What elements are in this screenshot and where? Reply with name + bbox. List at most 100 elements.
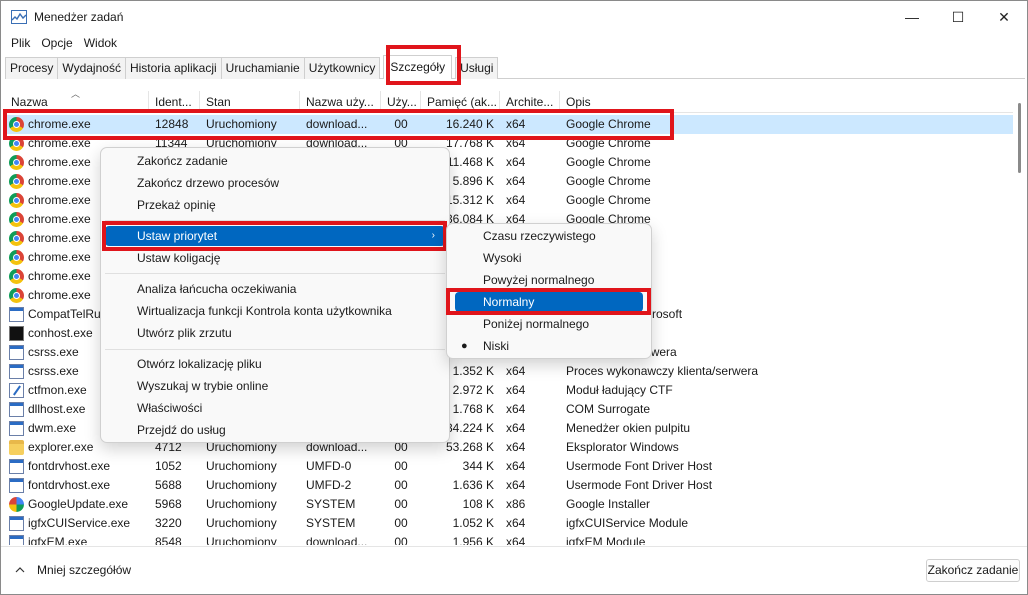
ctx-uac-virtualization[interactable]: Wirtualizacja funkcji Kontrola konta uży… <box>101 301 449 321</box>
end-task-button[interactable]: Zakończ zadanie <box>926 559 1020 582</box>
cell-architecture: x64 <box>506 383 526 397</box>
cell-description: Eksplorator Windows <box>566 440 679 454</box>
column-user-name[interactable]: Nazwa uży... <box>300 91 381 113</box>
ctx-analyze-wait-chain[interactable]: Analiza łańcucha oczekiwania <box>101 279 449 299</box>
cell-architecture: x64 <box>506 117 526 131</box>
cell-cpu: 00 <box>394 478 408 492</box>
ctx-open-file-location[interactable]: Otwórz lokalizację pliku <box>101 354 449 374</box>
cell-name: igfxEM.exe <box>5 533 149 545</box>
priority-low[interactable]: ● Niski <box>447 336 651 356</box>
process-name: conhost.exe <box>28 326 93 340</box>
chrome-icon <box>9 288 24 303</box>
column-cpu[interactable]: Uży... <box>381 91 421 113</box>
column-architecture[interactable]: Archite... <box>500 91 560 113</box>
process-name: chrome.exe <box>28 250 91 264</box>
table-row[interactable]: fontdrvhost.exe 1052 Uruchomiony UMFD-0 00 34… <box>5 457 1013 476</box>
cell-architecture: x86 <box>506 497 526 511</box>
cell-name: igfxCUIService.exe <box>5 514 149 533</box>
column-header-row: Nazwa Ident... Stan Nazwa uży... Uży... … <box>5 91 1013 113</box>
table-row[interactable]: fontdrvhost.exe 5688 Uruchomiony UMFD-2 00 1.… <box>5 476 1013 495</box>
ctx-set-affinity[interactable]: Ustaw koligację <box>101 248 449 268</box>
cell-description: Google Chrome <box>566 155 651 169</box>
ctx-separator <box>105 220 445 221</box>
priority-low-label: Niski <box>483 339 509 353</box>
cell-description: Google Chrome <box>566 117 651 131</box>
cell-description: igfxCUIService Module <box>566 516 689 530</box>
tab-users[interactable]: Użytkownicy <box>303 57 381 79</box>
process-name: ctfmon.exe <box>28 383 87 397</box>
ctx-separator <box>105 273 445 274</box>
chrome-icon <box>9 231 24 246</box>
cell-name: GoogleUpdate.exe <box>5 495 149 514</box>
priority-below-normal[interactable]: Poniżej normalnego <box>447 314 651 334</box>
ctx-set-priority[interactable]: Ustaw priorytet › <box>105 226 445 246</box>
cell-name: chrome.exe <box>5 115 149 134</box>
menu-view[interactable]: Widok <box>80 34 124 52</box>
tab-processes[interactable]: Procesy <box>5 57 59 79</box>
folder-icon <box>9 440 24 455</box>
cell-cpu: 00 <box>394 497 408 511</box>
cell-memory: 16.240 K <box>445 117 494 131</box>
tab-app-history[interactable]: Historia aplikacji <box>124 57 222 79</box>
cell-user: UMFD-0 <box>306 459 352 473</box>
table-row[interactable]: chrome.exe 12848 Uruchomiony download... 00 1… <box>5 115 1013 134</box>
tab-startup[interactable]: Uruchamianie <box>220 57 305 79</box>
close-button[interactable]: ✕ <box>981 1 1027 33</box>
window-icon <box>9 307 24 322</box>
cell-memory: 108 K <box>462 497 494 511</box>
process-name: dwm.exe <box>28 421 77 435</box>
table-row[interactable]: igfxCUIService.exe 3220 Uruchomiony SYSTEM 0… <box>5 514 1013 533</box>
tab-performance[interactable]: Wydajność <box>57 57 126 79</box>
cell-name: fontdrvhost.exe <box>5 476 149 495</box>
cell-description: Menedżer okien pulpitu <box>566 421 691 435</box>
fewer-details-toggle[interactable]: Mniej szczegółów <box>15 563 131 577</box>
cell-name: fontdrvhost.exe <box>5 457 149 476</box>
ctx-create-dump[interactable]: Utwórz plik zrzutu <box>101 323 449 343</box>
cell-architecture: x64 <box>506 174 526 188</box>
table-row[interactable]: GoogleUpdate.exe 5968 Uruchomiony SYSTEM 00 1… <box>5 495 1013 514</box>
close-icon: ✕ <box>998 8 1010 25</box>
priority-realtime[interactable]: Czasu rzeczywistego <box>447 226 651 246</box>
priority-normal[interactable]: Normalny <box>455 292 643 312</box>
maximize-button[interactable]: ☐ <box>935 1 981 33</box>
tab-details[interactable]: Szczegóły <box>383 55 453 79</box>
cell-architecture: x64 <box>506 516 526 530</box>
ctx-search-online[interactable]: Wyszukaj w trybie online <box>101 376 449 396</box>
table-row[interactable]: igfxEM.exe 8548 Uruchomiony download... 00 1.… <box>5 533 1013 545</box>
ctx-go-to-services[interactable]: Przejdź do usług <box>101 420 449 440</box>
menu-options[interactable]: Opcje <box>37 34 79 52</box>
cell-cpu: 00 <box>394 459 408 473</box>
ctx-set-priority-label: Ustaw priorytet <box>137 229 218 243</box>
ctx-properties[interactable]: Właściwości <box>101 398 449 418</box>
cell-architecture: x64 <box>506 402 526 416</box>
cell-description: COM Surrogate <box>566 402 651 416</box>
scrollbar-thumb[interactable] <box>1018 103 1021 173</box>
ctx-feedback[interactable]: Przekaż opinię <box>101 195 449 215</box>
column-memory[interactable]: Pamięć (ak... <box>421 91 500 113</box>
tab-services[interactable]: Usługi <box>455 57 499 79</box>
minimize-button[interactable]: — <box>889 1 935 33</box>
column-pid[interactable]: Ident... <box>149 91 200 113</box>
column-status[interactable]: Stan <box>200 91 300 113</box>
process-name: igfxEM.exe <box>28 535 88 545</box>
process-name: chrome.exe <box>28 174 91 188</box>
cell-architecture: x64 <box>506 440 526 454</box>
cell-memory: 1.956 K <box>452 535 494 545</box>
cell-pid: 8548 <box>155 535 182 545</box>
ctx-end-process-tree[interactable]: Zakończ drzewo procesów <box>101 173 449 193</box>
process-name: chrome.exe <box>28 269 91 283</box>
cell-description: Proces wykonawczy klienta/serwera <box>566 364 759 378</box>
column-name[interactable]: Nazwa <box>5 91 149 113</box>
cell-architecture: x64 <box>506 421 526 435</box>
column-description[interactable]: Opis <box>560 91 1013 113</box>
cell-pid: 12848 <box>155 117 189 131</box>
process-name: CompatTelRu <box>28 307 101 321</box>
vertical-scrollbar[interactable] <box>1015 93 1023 543</box>
title-bar: Menedżer zadań — ☐ ✕ <box>1 1 1027 33</box>
cell-architecture: x64 <box>506 535 526 545</box>
priority-above-normal[interactable]: Powyżej normalnego <box>447 270 651 290</box>
priority-high[interactable]: Wysoki <box>447 248 651 268</box>
cell-user: download... <box>306 117 368 131</box>
menu-file[interactable]: Plik <box>1 34 37 52</box>
ctx-end-task[interactable]: Zakończ zadanie <box>101 151 449 171</box>
